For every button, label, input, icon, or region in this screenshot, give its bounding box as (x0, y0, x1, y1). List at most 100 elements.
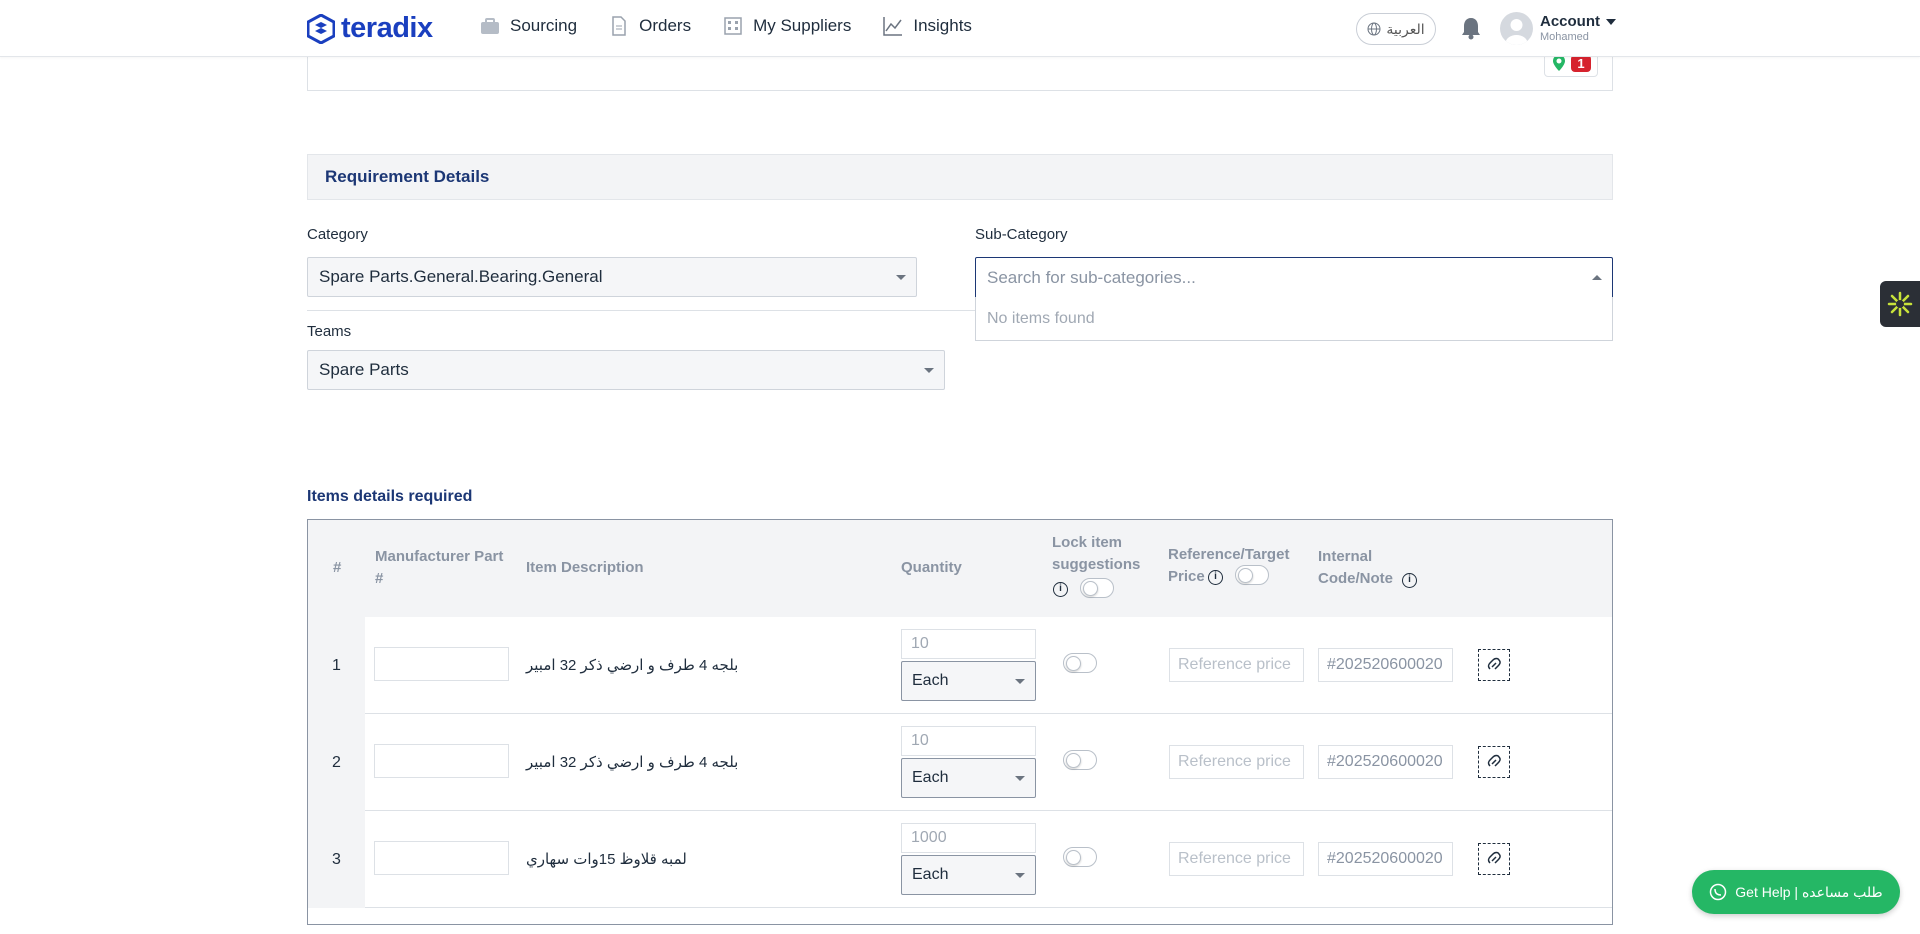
nav-orders-label: Orders (639, 16, 692, 35)
mpn-input[interactable] (374, 744, 509, 778)
nav-sourcing[interactable]: Sourcing (480, 16, 577, 36)
header-lock-suggestions: Lock item suggestions (1052, 534, 1141, 573)
item-description: بلجه 4 طرف و ارضي ذكر 32 امبير (526, 754, 739, 771)
globe-icon (1367, 22, 1381, 36)
side-widget-button[interactable] (1880, 281, 1920, 327)
lock-item-toggle[interactable] (1063, 847, 1097, 867)
lock-suggestions-toggle[interactable] (1080, 578, 1114, 598)
nav-my-suppliers[interactable]: My Suppliers (723, 16, 851, 36)
table-row: 2 بلجه 4 طرف و ارضي ذكر 32 امبير 10 Each… (308, 714, 1612, 811)
info-icon[interactable]: i (1402, 573, 1417, 588)
unit-select[interactable]: Each (901, 855, 1036, 895)
attach-button[interactable] (1478, 649, 1510, 681)
nav-my-suppliers-label: My Suppliers (753, 16, 852, 35)
internal-code-input[interactable]: #202520600020 (1318, 842, 1453, 876)
dropdown-arrow-icon (1015, 873, 1025, 878)
dropdown-arrow-icon (896, 275, 906, 280)
account-label: Account (1540, 13, 1600, 30)
lock-item-toggle[interactable] (1063, 653, 1097, 673)
unit-value: Each (912, 769, 949, 786)
items-section-title: Items details required (307, 488, 473, 505)
page-root: teradix Sourcing Orders My Suppliers Ins… (0, 0, 1920, 934)
no-items-found-text: No items found (987, 309, 1095, 327)
subcategory-label: Sub-Category (975, 226, 1068, 243)
unit-value: Each (912, 672, 949, 689)
nav-orders[interactable]: Orders (609, 16, 691, 36)
paperclip-icon (1487, 851, 1501, 864)
header-description: Item Description (526, 559, 644, 576)
quantity-input[interactable]: 10 (901, 726, 1036, 756)
whatsapp-icon (1710, 883, 1727, 901)
badge-count: 1 (1571, 54, 1591, 72)
header-reference-price: Reference/Target Price (1168, 546, 1290, 585)
header-num: # (333, 559, 342, 576)
table-row: 3 لمبه قلاوظ 15وات سهاري 1000 Each Refer… (308, 811, 1612, 908)
subcategory-placeholder: Search for sub-categories... (987, 268, 1196, 287)
divider (307, 310, 975, 311)
category-label: Category (307, 226, 368, 243)
account-username: Mohamed (1540, 31, 1589, 43)
nav-insights[interactable]: Insights (883, 16, 972, 36)
dropdown-arrow-icon (1015, 776, 1025, 781)
requirement-details-header: Requirement Details (307, 154, 1613, 200)
items-table-header: # Manufacturer Part # Item Description Q… (308, 520, 1612, 617)
paperclip-icon (1487, 754, 1501, 767)
avatar[interactable] (1500, 12, 1533, 45)
account-menu[interactable]: Account Mohamed (1540, 13, 1616, 43)
nav-insights-label: Insights (913, 16, 972, 35)
nav-sourcing-label: Sourcing (510, 16, 578, 35)
category-select[interactable]: Spare Parts.General.Bearing.General (307, 257, 917, 297)
unit-select[interactable]: Each (901, 661, 1036, 701)
dropdown-arrow-up-icon (1592, 275, 1602, 280)
reference-price-input[interactable]: Reference price (1169, 745, 1304, 779)
bell-icon[interactable] (1460, 16, 1482, 40)
quantity-input[interactable]: 10 (901, 629, 1036, 659)
subcategory-search-input[interactable]: Search for sub-categories... (975, 257, 1613, 299)
reference-price-input[interactable]: Reference price (1169, 648, 1304, 682)
main-nav: Sourcing Orders My Suppliers Insights (480, 16, 972, 36)
item-description: لمبه قلاوظ 15وات سهاري (526, 851, 687, 868)
header-quantity: Quantity (901, 559, 962, 576)
briefcase-icon (481, 18, 499, 34)
teams-select[interactable]: Spare Parts (307, 350, 945, 390)
internal-code-input[interactable]: #202520600020 (1318, 648, 1453, 682)
item-description: بلجه 4 طرف و ارضي ذكر 32 امبير (526, 657, 739, 674)
teams-label: Teams (307, 323, 352, 340)
building-icon (724, 17, 742, 35)
internal-code-input[interactable]: #202520600020 (1318, 745, 1453, 779)
get-help-button[interactable]: Get Help | طلب مساعده (1692, 870, 1900, 914)
row-number: 3 (308, 811, 365, 908)
chart-icon (883, 17, 903, 36)
attach-button[interactable] (1478, 843, 1510, 875)
mpn-input[interactable] (374, 841, 509, 875)
dropdown-arrow-icon (924, 368, 934, 373)
info-icon[interactable]: i (1208, 570, 1223, 585)
lock-item-toggle[interactable] (1063, 750, 1097, 770)
sparkle-icon (1887, 291, 1913, 317)
language-label: العربية (1386, 20, 1425, 37)
teradix-logo[interactable]: teradix (307, 12, 433, 45)
reference-price-toggle[interactable] (1235, 565, 1269, 585)
mpn-input[interactable] (374, 647, 509, 681)
get-help-label: Get Help | طلب مساعده (1735, 883, 1883, 900)
unit-select[interactable]: Each (901, 758, 1036, 798)
info-icon[interactable]: i (1053, 582, 1068, 597)
quantity-input[interactable]: 1000 (901, 823, 1036, 853)
category-value: Spare Parts.General.Bearing.General (319, 267, 603, 286)
user-avatar-icon (1505, 19, 1528, 45)
teams-value: Spare Parts (319, 360, 409, 379)
chevron-down-icon (1606, 18, 1616, 25)
logo-text: teradix (341, 12, 433, 44)
subcategory-dropdown-list: No items found (975, 297, 1613, 341)
paperclip-icon (1487, 657, 1501, 670)
header-mpn: Manufacturer Part # (375, 548, 504, 587)
top-navbar: teradix Sourcing Orders My Suppliers Ins… (0, 0, 1920, 57)
reference-price-input[interactable]: Reference price (1169, 842, 1304, 876)
row-number: 1 (308, 617, 365, 714)
attach-button[interactable] (1478, 746, 1510, 778)
row-number: 2 (308, 714, 365, 811)
language-switch-button[interactable]: العربية (1356, 13, 1436, 45)
dropdown-arrow-icon (1015, 679, 1025, 684)
unit-value: Each (912, 866, 949, 883)
logo-mark-icon (307, 13, 335, 44)
